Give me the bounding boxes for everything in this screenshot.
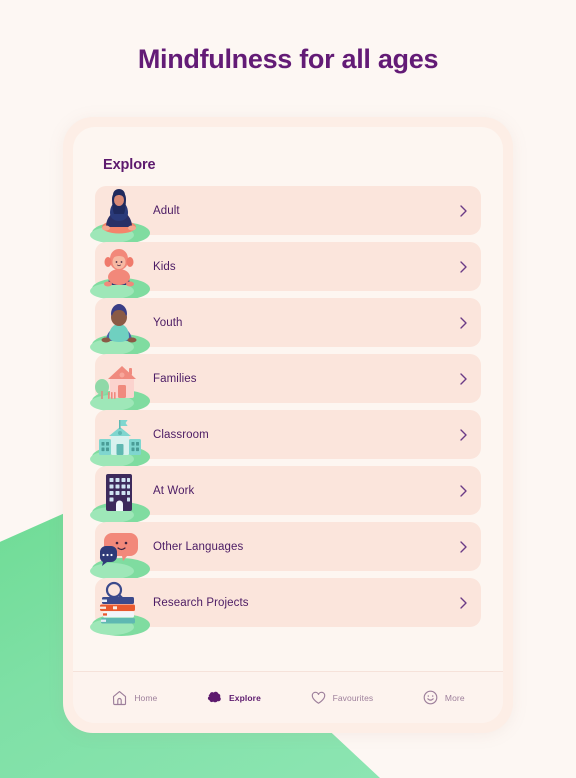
nav-item-home[interactable]: Home: [111, 689, 157, 706]
chevron-right-icon[interactable]: [460, 372, 467, 385]
nav-item-label: More: [444, 692, 465, 703]
nav-item-favourites[interactable]: Favourites: [310, 689, 374, 706]
list-item-adult[interactable]: Adult: [90, 186, 481, 244]
chevron-right-icon[interactable]: [460, 540, 467, 553]
home-icon: [111, 689, 128, 706]
chevron-right-icon[interactable]: [460, 204, 467, 217]
list-item-label: Classroom: [153, 428, 209, 441]
house-illustration: [88, 351, 150, 412]
bottom-navigation-bar: Home Explore Favourites More: [73, 671, 503, 723]
list-item-kids[interactable]: Kids: [90, 242, 481, 300]
list-item-label: At Work: [153, 484, 195, 497]
list-item-families[interactable]: Families: [90, 354, 481, 412]
book-stack-illustration: [88, 575, 150, 636]
explore-content: Explore Adult Kids Youth Families Classr…: [73, 127, 503, 671]
brain-icon: [206, 689, 223, 706]
list-item-label: Kids: [153, 260, 176, 273]
nav-item-explore[interactable]: Explore: [206, 689, 261, 706]
section-title-explore: Explore: [103, 157, 156, 173]
list-item-label: Other Languages: [153, 540, 244, 553]
chevron-right-icon[interactable]: [460, 484, 467, 497]
list-item-classroom[interactable]: Classroom: [90, 410, 481, 468]
school-building-illustration: [88, 407, 150, 468]
list-item-label: Youth: [153, 316, 183, 329]
office-building-illustration: [88, 463, 150, 524]
smiley-face-icon: [422, 689, 439, 706]
meditating-youth-illustration: [88, 295, 150, 356]
nav-item-label: Home: [134, 692, 158, 703]
nav-item-label: Explore: [229, 692, 261, 703]
page-title: Mindfulness for all ages: [137, 43, 439, 74]
list-item-at-work[interactable]: At Work: [90, 466, 481, 524]
list-item-research-projects[interactable]: Research Projects: [90, 578, 481, 636]
chevron-right-icon[interactable]: [460, 428, 467, 441]
explore-list: Adult Kids Youth Families Classroom At W…: [90, 186, 481, 636]
speech-bubbles-illustration: [88, 519, 150, 580]
list-item-youth[interactable]: Youth: [90, 298, 481, 356]
chevron-right-icon[interactable]: [460, 260, 467, 273]
nav-item-label: Favourites: [332, 692, 374, 703]
list-item-label: Adult: [153, 204, 180, 217]
list-item-label: Families: [153, 372, 197, 385]
chevron-right-icon[interactable]: [460, 596, 467, 609]
list-item-other-languages[interactable]: Other Languages: [90, 522, 481, 580]
nav-item-more[interactable]: More: [422, 689, 465, 706]
tablet-screen: Explore Adult Kids Youth Families Classr…: [73, 127, 503, 723]
list-item-label: Research Projects: [153, 596, 249, 609]
chevron-right-icon[interactable]: [460, 316, 467, 329]
meditating-child-illustration: [88, 239, 150, 300]
meditating-woman-illustration: [88, 183, 150, 244]
tablet-frame: Explore Adult Kids Youth Families Classr…: [63, 117, 513, 733]
heart-icon: [310, 689, 327, 706]
